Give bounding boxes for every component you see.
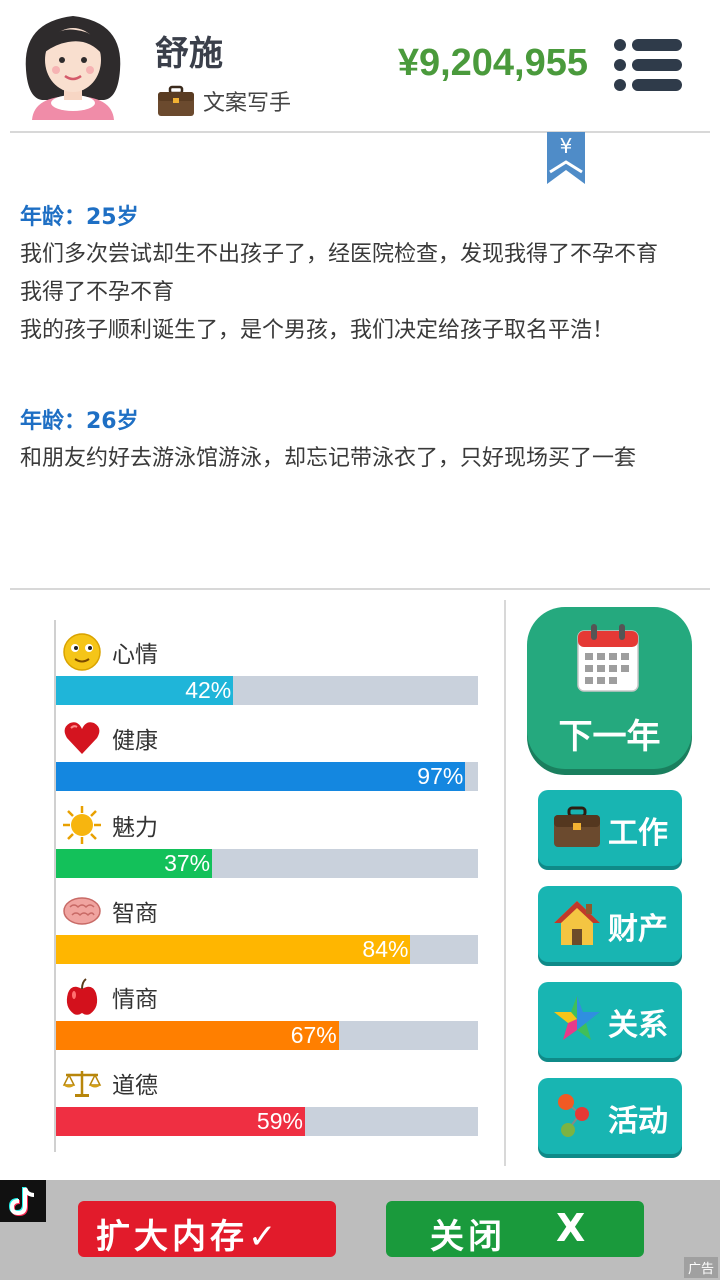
smiley-icon (63, 633, 101, 671)
stat-percent: 97% (417, 763, 464, 790)
relations-label: 关系 (608, 1008, 668, 1043)
brain-icon (63, 897, 101, 925)
tiktok-icon (0, 1180, 46, 1222)
briefcase-icon (158, 85, 194, 116)
assets-label: 财产 (608, 912, 668, 947)
work-button[interactable]: 工作 (538, 790, 682, 866)
expand-memory-button[interactable]: 扩大内存✓ (78, 1201, 336, 1257)
stat-label: 道德 (112, 1073, 158, 1100)
stat-fill: 97% (56, 762, 466, 792)
next-year-label: 下一年 (558, 717, 661, 757)
stat-fill: 59% (56, 1107, 305, 1137)
ad-tag: 广告 (683, 1257, 718, 1278)
stat-bar: 37% (56, 848, 478, 878)
stat-bar: 59% (56, 1107, 478, 1137)
avatar (25, 16, 121, 120)
star-icon (554, 996, 600, 1040)
relations-button[interactable]: 关系 (538, 982, 682, 1058)
stat-bar: 67% (56, 1021, 478, 1051)
log-entry: 年龄：25岁 我们多次尝试却生不出孩子了，经医院检查，发现我得了不孕不育 我得了… (20, 196, 700, 346)
stat-percent: 84% (362, 935, 409, 962)
stat-eq: 情商 67% (56, 965, 478, 1051)
log-line: 和朋友约好去游泳馆游泳，却忘记带泳衣了，只好现场买了一套 (20, 446, 637, 471)
stat-mood: 心情 42% (56, 620, 478, 706)
stats-panel: 心情 42% 健康 97% 魅力 37% 智商 84% 情商 67% 道德 59… (54, 620, 478, 1152)
apple-icon (66, 978, 98, 1015)
stat-bar: 97% (56, 762, 478, 792)
stat-percent: 59% (256, 1108, 303, 1135)
log-line: 我得了不孕不育 (20, 280, 175, 305)
sun-icon (63, 805, 101, 844)
house-icon (554, 901, 600, 945)
menu-icon[interactable] (612, 38, 684, 92)
stat-health: 健康 97% (56, 706, 478, 792)
header: 舒施 文案写手 ¥9,204,955 (0, 0, 720, 132)
calendar-icon (577, 624, 639, 692)
log-line: 我们多次尝试却生不出孩子了，经医院检查，发现我得了不孕不育 (20, 242, 659, 267)
close-ad-label: 关闭 (430, 1217, 506, 1257)
stat-fill: 37% (56, 848, 213, 878)
stat-label: 情商 (112, 987, 158, 1014)
stat-label: 健康 (112, 728, 158, 755)
stat-percent: 37% (164, 849, 211, 876)
briefcase-icon (554, 806, 600, 847)
expand-memory-label: 扩大内存✓ (96, 1217, 281, 1257)
job-row: 文案写手 (157, 85, 291, 117)
log-age: 年龄：26岁 (20, 409, 139, 434)
stat-label: 魅力 (112, 814, 158, 841)
work-label: 工作 (608, 816, 668, 851)
header-divider (10, 131, 710, 133)
log-entry: 年龄：26岁 和朋友约好去游泳馆游泳，却忘记带泳衣了，只好现场买了一套 (20, 400, 700, 474)
stat-iq: 智商 84% (56, 879, 478, 965)
log-line: 我的孩子顺利诞生了，是个男孩，我们决定给孩子取名平浩！ (20, 318, 615, 343)
close-x-icon: X (556, 1206, 590, 1250)
money-balance: ¥9,204,955 (397, 42, 588, 84)
stat-fill: 84% (56, 934, 411, 964)
close-ad-button[interactable]: 关闭 X (386, 1201, 644, 1257)
stats-divider (504, 600, 506, 1166)
activities-button[interactable]: 活动 (538, 1078, 682, 1154)
stat-label: 心情 (112, 642, 158, 668)
stat-bar: 84% (56, 934, 478, 964)
scale-icon (62, 1071, 102, 1098)
stat-percent: 42% (185, 677, 232, 703)
stat-bar: 42% (56, 676, 478, 705)
activities-label: 活动 (608, 1104, 668, 1139)
stat-percent: 67% (290, 1022, 337, 1049)
heart-icon (64, 722, 100, 755)
event-log: 年龄：25岁 我们多次尝试却生不出孩子了，经医院检查，发现我得了不孕不育 我得了… (20, 196, 700, 576)
assets-button[interactable]: 财产 (538, 886, 682, 962)
job-label: 文案写手 (203, 91, 292, 116)
player-name: 舒施 (155, 34, 223, 74)
bookmark-symbol: ¥ (559, 134, 573, 158)
next-year-button[interactable]: 下一年 (527, 607, 692, 769)
stat-fill: 42% (56, 676, 234, 705)
stat-fill: 67% (56, 1021, 339, 1051)
log-age: 年龄：25岁 (20, 205, 139, 230)
stat-morality: 道德 59% (56, 1051, 478, 1137)
stat-charm: 魅力 37% (56, 793, 478, 879)
bookmark-ribbon[interactable]: ¥ (547, 132, 585, 184)
stat-label: 智商 (112, 900, 158, 927)
log-divider (10, 588, 710, 590)
activity-icon (558, 1094, 589, 1137)
ad-banner: 扩大内存✓ 关闭 X 广告 (0, 1180, 720, 1280)
